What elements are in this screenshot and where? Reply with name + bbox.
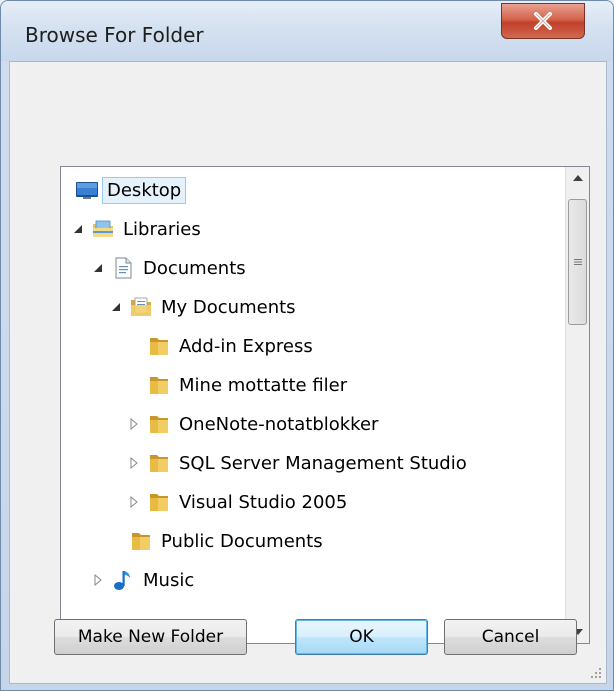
dialog-body: Desktop Libraries Documents My Documents… xyxy=(9,61,607,684)
collapsed-arrow-icon[interactable] xyxy=(91,573,105,587)
folder-icon xyxy=(150,377,168,394)
tree-item-label: Desktop xyxy=(101,176,187,204)
collapsed-arrow-icon[interactable] xyxy=(127,417,141,431)
scroll-thumb[interactable] xyxy=(568,199,587,325)
documents-library-icon xyxy=(115,257,132,279)
folder-icon xyxy=(150,416,168,433)
expanded-arrow-icon[interactable] xyxy=(91,261,105,275)
tree-item-label: Libraries xyxy=(123,218,201,240)
cancel-button[interactable]: Cancel xyxy=(444,619,577,655)
folder-icon xyxy=(150,494,168,511)
expanded-arrow-icon[interactable] xyxy=(109,300,123,314)
documents-folder-icon xyxy=(131,297,151,316)
ok-button[interactable]: OK xyxy=(295,619,428,655)
tree-item-label: My Documents xyxy=(161,296,296,318)
tree-item-label: Add-in Express xyxy=(179,335,313,357)
tree-item-add-in-express[interactable]: Add-in Express xyxy=(147,328,317,364)
tree-item-music[interactable]: Music xyxy=(91,562,198,598)
tree-item-public-documents[interactable]: Public Documents xyxy=(129,523,327,559)
tree-item-my-documents[interactable]: My Documents xyxy=(109,289,300,325)
vertical-scrollbar[interactable] xyxy=(565,167,589,643)
tree-item-visual-studio-2005[interactable]: Visual Studio 2005 xyxy=(127,484,351,520)
folder-tree[interactable]: Desktop Libraries Documents My Documents… xyxy=(60,166,590,644)
music-icon xyxy=(114,571,130,590)
tree-item-libraries[interactable]: Libraries xyxy=(71,211,205,247)
tree-item-label: SQL Server Management Studio xyxy=(179,452,467,474)
arrow-up-icon xyxy=(572,175,583,181)
tree-item-label: Documents xyxy=(143,257,246,279)
tree-item-documents[interactable]: Documents xyxy=(91,250,250,286)
tree-item-mine-mottatte-filer[interactable]: Mine mottatte filer xyxy=(147,367,351,403)
browse-for-folder-dialog: Browse For Folder Desktop Libraries Docu… xyxy=(0,0,614,691)
title-bar[interactable]: Browse For Folder xyxy=(1,1,613,61)
tree-item-label: Public Documents xyxy=(161,530,323,552)
libraries-icon xyxy=(93,220,113,237)
expanded-arrow-icon[interactable] xyxy=(71,222,85,236)
collapsed-arrow-icon[interactable] xyxy=(127,495,141,509)
desktop-icon xyxy=(76,182,98,199)
scroll-up-button[interactable] xyxy=(566,167,589,189)
tree-item-label: OneNote-notatblokker xyxy=(179,413,379,435)
tree-item-desktop[interactable]: Desktop xyxy=(75,172,187,208)
grip-lines-icon xyxy=(573,259,582,265)
folder-icon xyxy=(132,533,150,550)
resize-grip-icon[interactable] xyxy=(588,665,602,679)
tree-item-label: Music xyxy=(143,569,195,591)
tree-item-label: Visual Studio 2005 xyxy=(179,491,348,513)
close-button[interactable] xyxy=(501,3,585,39)
folder-icon xyxy=(150,338,168,355)
make-new-folder-button[interactable]: Make New Folder xyxy=(54,619,247,655)
tree-item-label: Mine mottatte filer xyxy=(179,374,348,396)
dialog-title: Browse For Folder xyxy=(25,23,204,47)
collapsed-arrow-icon[interactable] xyxy=(127,456,141,470)
close-icon xyxy=(534,12,552,30)
folder-icon xyxy=(150,455,168,472)
tree-item-onenote-notatblokker[interactable]: OneNote-notatblokker xyxy=(127,406,382,442)
tree-item-sql-server-management-studio[interactable]: SQL Server Management Studio xyxy=(127,445,471,481)
